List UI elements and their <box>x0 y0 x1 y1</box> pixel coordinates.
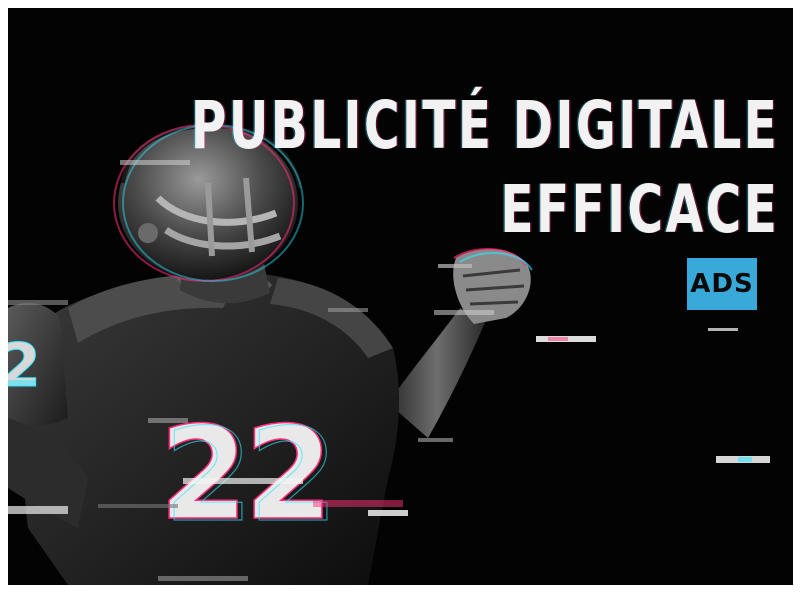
sleeve-number: 2 <box>8 331 41 401</box>
headline-line-2: EFFICACE <box>500 171 779 248</box>
headline-line-1: PUBLICITÉ DIGITALE <box>190 87 779 164</box>
chest-number-shadow: 22 <box>164 402 334 551</box>
ads-badge: ADS <box>687 258 757 310</box>
ad-banner: 22 22 2 PUBLICITÉ DIGITALE EFFICACE ADS <box>8 8 793 585</box>
raised-arm <box>388 248 533 438</box>
headline: PUBLICITÉ DIGITALE EFFICACE <box>191 84 779 252</box>
